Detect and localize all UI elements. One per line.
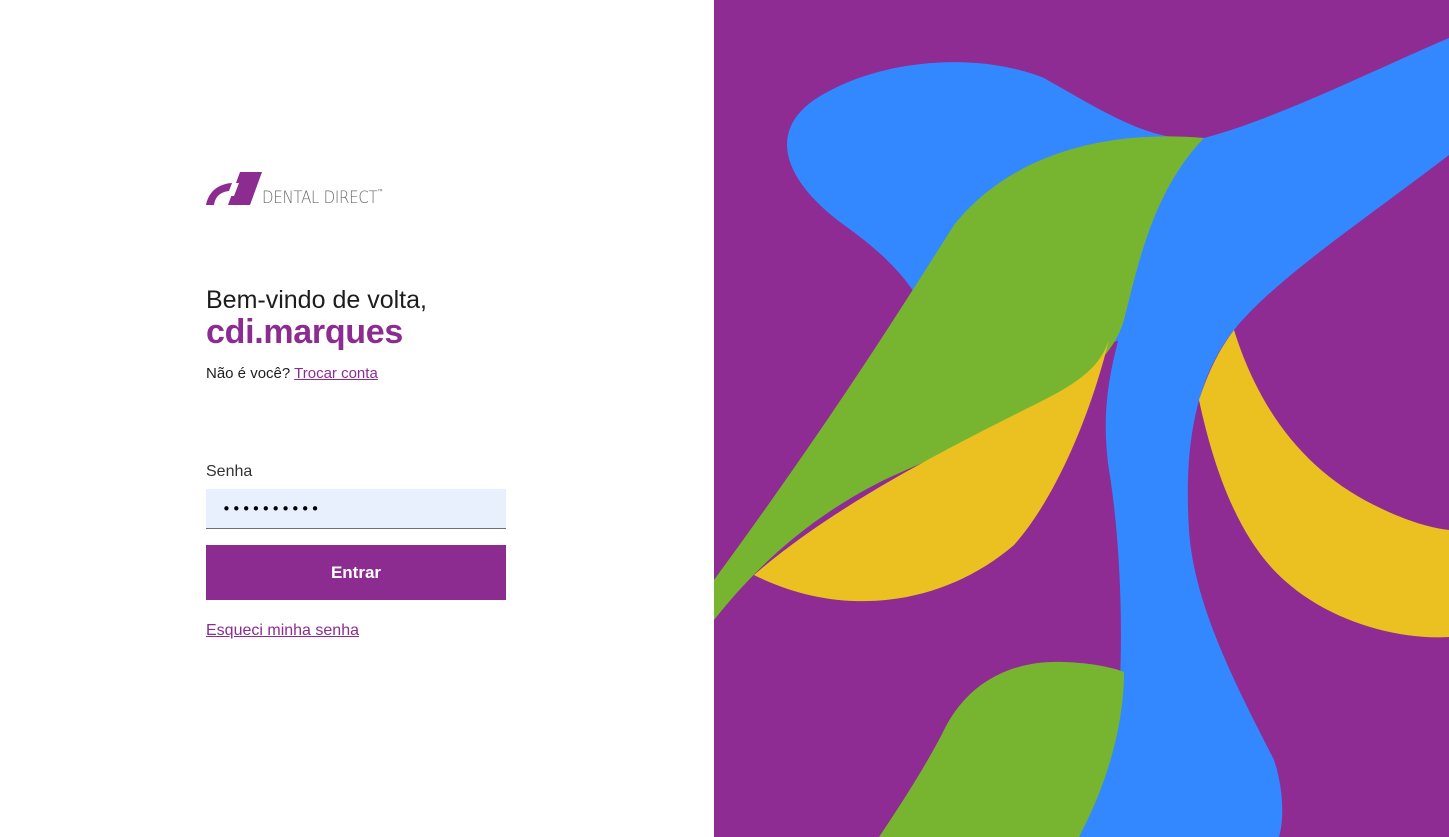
brand-name: DENTAL DIRECT™	[262, 188, 383, 208]
login-panel: DENTAL DIRECT™ Bem-vindo de volta, cdi.m…	[0, 0, 714, 837]
switch-account-link[interactable]: Trocar conta	[294, 365, 378, 382]
not-you-text: Não é você?	[206, 365, 291, 382]
not-you-row: Não é você? Trocar conta	[206, 364, 378, 384]
entrar-button[interactable]: Entrar	[206, 545, 506, 600]
decorative-art-panel	[714, 0, 1449, 837]
dental-direct-logo-icon	[206, 172, 262, 205]
abstract-shapes-illustration	[714, 0, 1449, 837]
brand-logo: DENTAL DIRECT™	[206, 172, 399, 208]
password-label: Senha	[206, 463, 253, 480]
password-input[interactable]	[206, 489, 506, 529]
login-page: DENTAL DIRECT™ Bem-vindo de volta, cdi.m…	[0, 0, 1449, 837]
forgot-password-link[interactable]: Esqueci minha senha	[206, 621, 359, 641]
username-heading: cdi.marques	[206, 313, 403, 351]
